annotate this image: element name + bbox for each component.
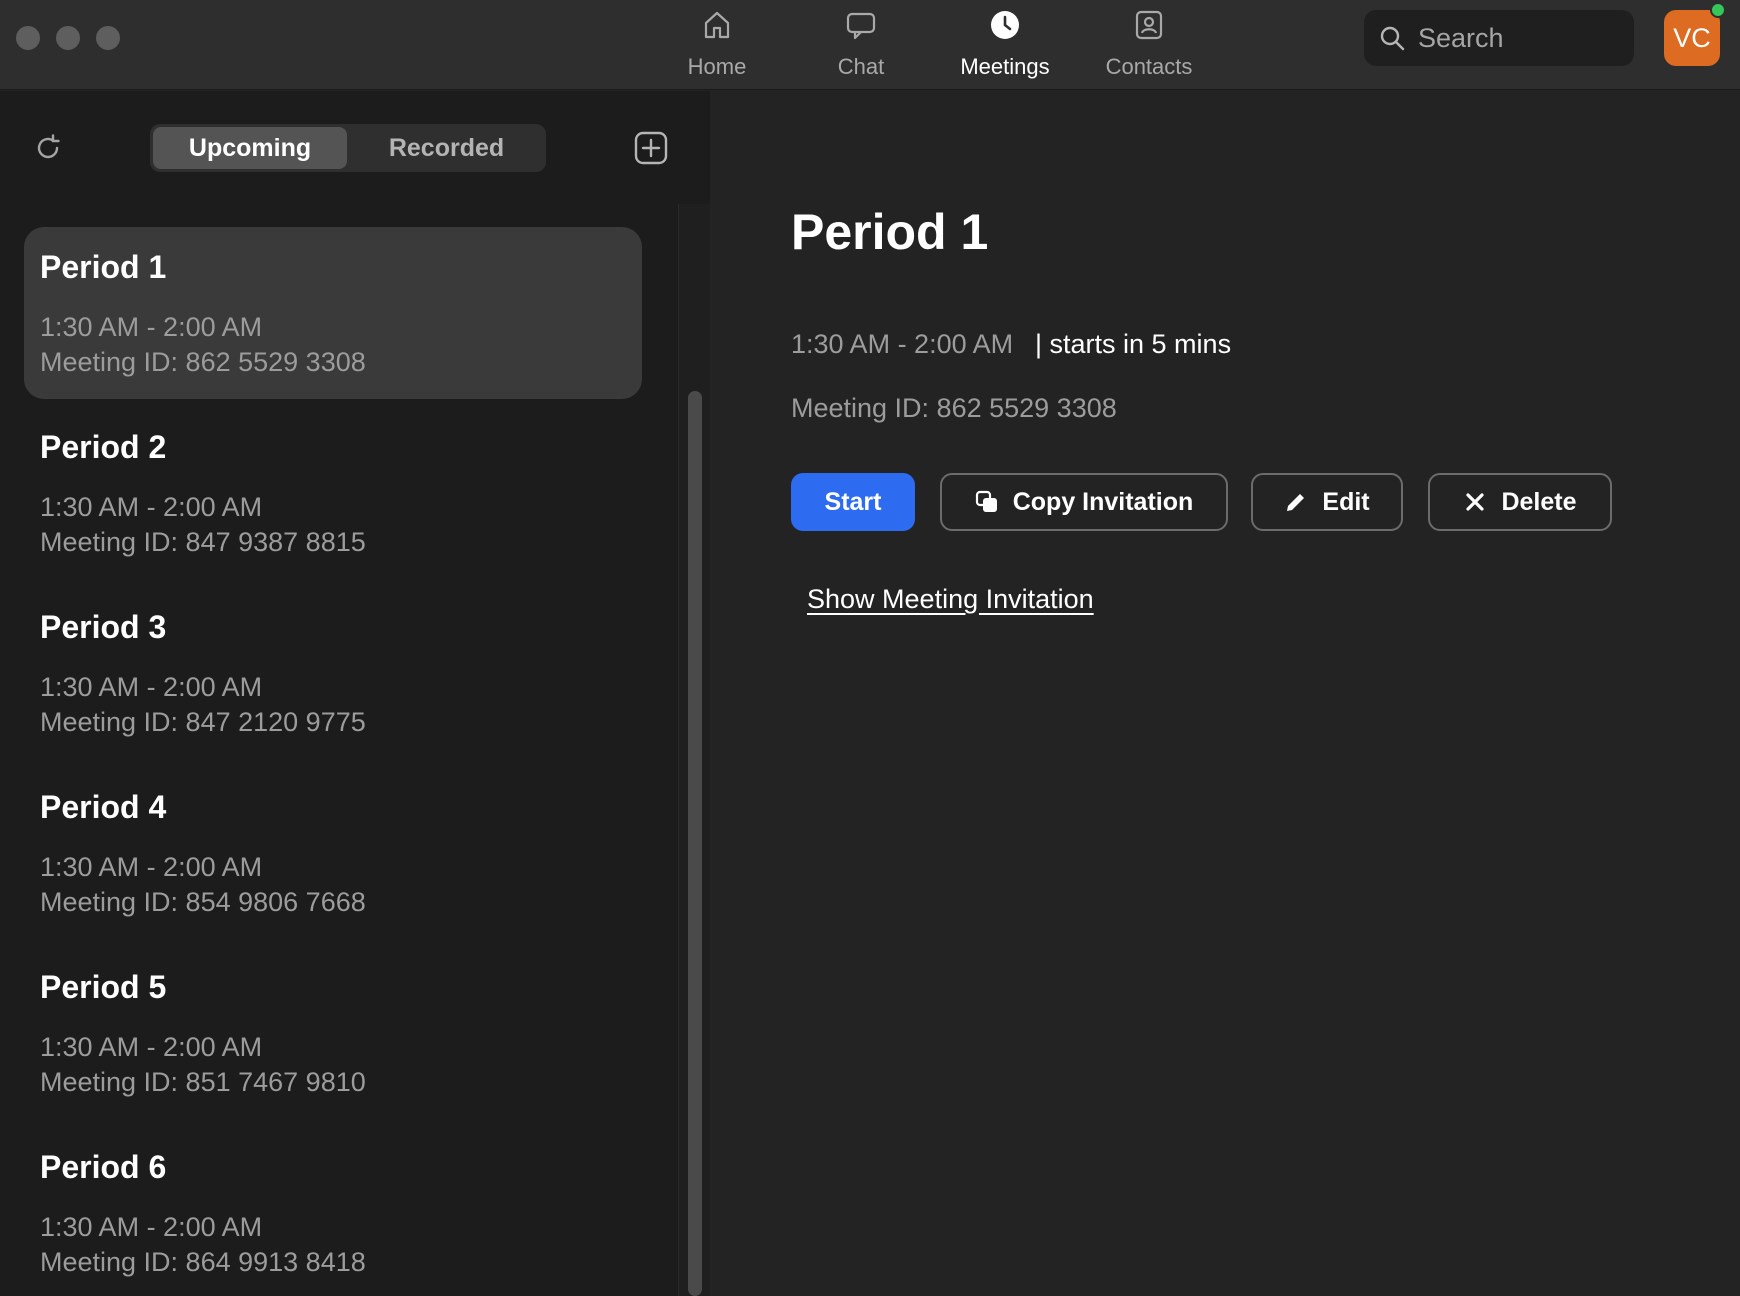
avatar[interactable]: VC: [1664, 10, 1720, 66]
meeting-time: 1:30 AM - 2:00 AM: [40, 1032, 263, 1062]
pencil-icon: [1284, 490, 1308, 514]
meeting-time: 1:30 AM - 2:00 AM: [40, 492, 263, 522]
zoom-app-window: Home Chat Meetings Contacts Search VC Up…: [0, 0, 1740, 1296]
search-placeholder: Search: [1418, 22, 1504, 53]
edit-label: Edit: [1322, 487, 1370, 516]
tab-home[interactable]: Home: [652, 6, 782, 86]
meeting-list-item[interactable]: Period 6 1:30 AM - 2:00 AM Meeting ID: 8…: [24, 1127, 642, 1296]
refresh-icon[interactable]: [33, 133, 63, 163]
meeting-title: Period 1: [40, 249, 167, 285]
meeting-list-item[interactable]: Period 3 1:30 AM - 2:00 AM Meeting ID: 8…: [24, 587, 642, 759]
meeting-list-scrollbar-thumb[interactable]: [688, 391, 702, 1296]
tab-contacts-label: Contacts: [1105, 54, 1193, 79]
meeting-time: 1:30 AM - 2:00 AM: [40, 1212, 263, 1242]
meeting-list-item[interactable]: Period 1 1:30 AM - 2:00 AM Meeting ID: 8…: [24, 227, 642, 399]
zoom-window-button[interactable]: [96, 26, 120, 50]
meeting-time: 1:30 AM - 2:00 AM: [40, 312, 263, 342]
contacts-icon: [1132, 8, 1166, 42]
meeting-list-item[interactable]: Period 2 1:30 AM - 2:00 AM Meeting ID: 8…: [24, 407, 642, 579]
meeting-time: 1:30 AM - 2:00 AM: [40, 672, 263, 702]
meeting-detail-time: 1:30 AM - 2:00 AM: [791, 329, 1014, 359]
tab-upcoming[interactable]: Upcoming: [153, 127, 347, 169]
chat-icon: [844, 8, 878, 42]
delete-label: Delete: [1501, 487, 1577, 516]
meeting-title: Period 5: [40, 969, 167, 1005]
meetings-sidebar: Upcoming Recorded Period 1 1:30 AM - 2:0…: [0, 91, 710, 1296]
minimize-window-button[interactable]: [56, 26, 80, 50]
home-icon: [700, 8, 734, 42]
meeting-title: Period 2: [40, 429, 167, 465]
close-window-button[interactable]: [16, 26, 40, 50]
copy-invitation-label: Copy Invitation: [1012, 487, 1194, 516]
tab-chat[interactable]: Chat: [796, 6, 926, 86]
show-meeting-invitation-link[interactable]: Show Meeting Invitation: [807, 584, 1094, 615]
meeting-start-countdown: | starts in 5 mins: [1035, 329, 1232, 359]
meeting-title: Period 6: [40, 1149, 167, 1185]
tab-contacts[interactable]: Contacts: [1084, 6, 1214, 86]
meetings-segmented-control: Upcoming Recorded: [150, 124, 546, 172]
search-input[interactable]: Search: [1364, 10, 1634, 66]
meeting-title: Period 3: [40, 609, 167, 645]
top-bar: Home Chat Meetings Contacts Search VC: [0, 0, 1740, 90]
tab-chat-label: Chat: [837, 54, 885, 79]
start-button-label: Start: [824, 487, 882, 516]
copy-icon: [975, 490, 999, 514]
meeting-id: Meeting ID: 847 9387 8815: [40, 527, 366, 557]
meeting-detail-id: Meeting ID: 862 5529 3308: [791, 393, 1117, 423]
meeting-detail-title: Period 1: [791, 204, 989, 260]
meeting-list-item[interactable]: Period 5 1:30 AM - 2:00 AM Meeting ID: 8…: [24, 947, 642, 1119]
close-icon: [1463, 490, 1487, 514]
meeting-id: Meeting ID: 864 9913 8418: [40, 1247, 366, 1277]
tab-home-label: Home: [687, 54, 747, 79]
delete-button[interactable]: Delete: [1428, 473, 1612, 531]
presence-status-dot: [1710, 2, 1726, 18]
meeting-id: Meeting ID: 854 9806 7668: [40, 887, 366, 917]
meeting-id: Meeting ID: 851 7467 9810: [40, 1067, 366, 1097]
tab-recorded[interactable]: Recorded: [350, 127, 543, 169]
meeting-time: 1:30 AM - 2:00 AM: [40, 852, 263, 882]
start-button[interactable]: Start: [791, 473, 915, 531]
meeting-id: Meeting ID: 862 5529 3308: [40, 347, 366, 377]
search-icon: [1378, 24, 1406, 52]
schedule-meeting-plus-icon[interactable]: [634, 131, 668, 165]
edit-button[interactable]: Edit: [1251, 473, 1403, 531]
meeting-title: Period 4: [40, 789, 167, 825]
window-controls: [16, 26, 120, 50]
meeting-detail-panel: Period 1 1:30 AM - 2:00 AM | starts in 5…: [711, 91, 1740, 1296]
meeting-list-item[interactable]: Period 4 1:30 AM - 2:00 AM Meeting ID: 8…: [24, 767, 642, 939]
meeting-id: Meeting ID: 847 2120 9775: [40, 707, 366, 737]
clock-icon: [988, 8, 1022, 42]
copy-invitation-button[interactable]: Copy Invitation: [940, 473, 1228, 531]
